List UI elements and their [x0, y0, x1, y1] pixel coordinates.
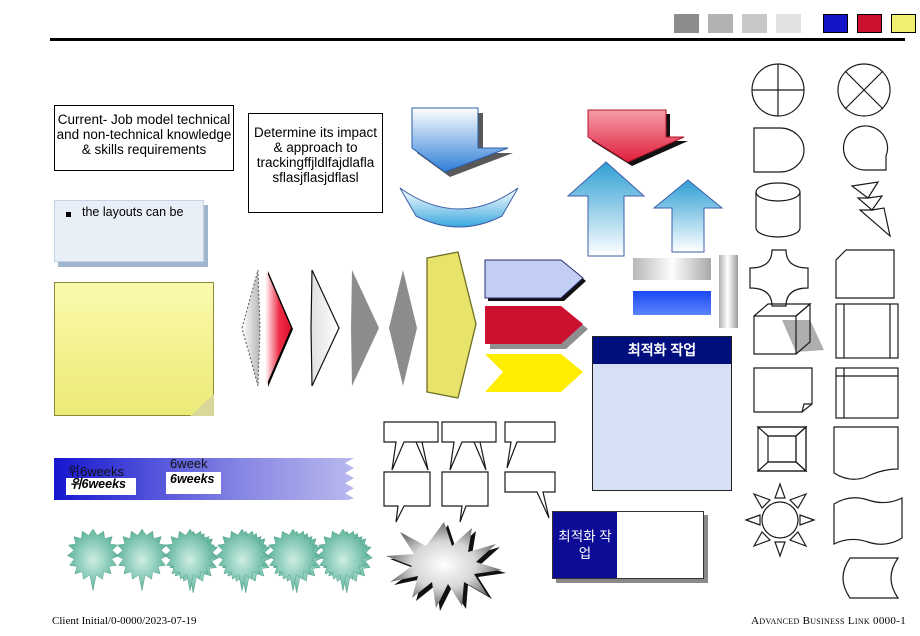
flag-wave-icon[interactable]	[832, 494, 904, 550]
d-shape-icon[interactable]	[750, 126, 806, 174]
chevron-yellow[interactable]	[483, 352, 587, 396]
sun-burst-icon[interactable]	[744, 482, 816, 558]
explosion-starburst[interactable]	[384, 518, 506, 611]
swatch-gray-mid[interactable]	[708, 14, 733, 33]
framed-rectangle-corner-icon[interactable]	[834, 366, 900, 420]
callout-box-1[interactable]	[382, 420, 440, 472]
textbox-current-job-model[interactable]: Current- Job model technical and non-tec…	[54, 105, 234, 171]
korean-panel-title: 최적화 작업	[593, 337, 731, 364]
cylinder-icon[interactable]	[754, 182, 802, 238]
rounded-tab-shape-icon[interactable]	[834, 556, 900, 600]
pentagon-yellow-large[interactable]	[424, 250, 480, 400]
swatch-red[interactable]	[857, 14, 882, 33]
swatch-gray-light[interactable]	[742, 14, 767, 33]
banner-box-label-left: 위6weeks	[70, 477, 126, 491]
textbox-layouts-label: the layouts can be	[82, 205, 184, 219]
framed-rectangle-vertical-icon[interactable]	[834, 302, 900, 360]
starburst-white[interactable]	[163, 528, 220, 594]
swatch-yellow[interactable]	[891, 14, 916, 33]
curved-cross-icon[interactable]	[748, 248, 810, 308]
clipped-rectangle-icon[interactable]	[834, 248, 896, 300]
chevron-lightblue[interactable]	[483, 258, 587, 302]
bullet-square-icon	[66, 212, 71, 217]
starburst-yellow[interactable]	[115, 528, 169, 592]
diamond-red[interactable]	[262, 268, 294, 388]
footer-client-initial: Client Initial/0-0000/2023-07-19	[52, 615, 197, 627]
starburst-teal[interactable]	[66, 528, 120, 592]
chevron-red[interactable]	[483, 304, 588, 349]
up-arrow-blue-small[interactable]	[652, 178, 724, 256]
diamond-gray-1[interactable]	[348, 268, 382, 388]
callout-box-5[interactable]	[440, 470, 490, 524]
down-arrow-red[interactable]	[570, 107, 690, 167]
swatch-blue[interactable]	[823, 14, 848, 33]
starburst-blue[interactable]	[266, 528, 323, 594]
down-arrow-blue[interactable]	[400, 104, 520, 177]
footer-brand: Advanced Business Link 0000-1	[751, 615, 906, 627]
korean-panel-2[interactable]: 최적화 작업	[552, 511, 704, 579]
lightning-bolt-icon[interactable]	[838, 180, 894, 240]
gradient-bar-vertical-gray[interactable]	[719, 255, 738, 328]
diamond-gray-2[interactable]	[386, 268, 420, 388]
cube-3d-icon[interactable]	[752, 302, 824, 358]
color-swatch-row	[674, 14, 920, 34]
sticky-note-yellow[interactable]	[54, 282, 214, 416]
gradient-bar-gray[interactable]	[633, 258, 711, 280]
starburst-navy[interactable]	[215, 528, 272, 594]
q-shape-icon[interactable]	[836, 125, 896, 174]
starburst-red[interactable]	[316, 528, 373, 594]
folded-corner-rectangle-icon[interactable]	[752, 366, 814, 414]
textbox-layouts[interactable]: the layouts can be	[54, 200, 204, 262]
callout-box-6[interactable]	[503, 470, 557, 522]
diamond-white[interactable]	[308, 268, 342, 388]
korean-panel-optimization[interactable]: 최적화 작업	[592, 336, 732, 491]
gradient-bar-blue[interactable]	[633, 291, 711, 315]
textbox-determine-impact[interactable]: Determine its impact & approach to track…	[248, 113, 383, 213]
circle-quartered-icon[interactable]	[750, 62, 806, 118]
header-rule	[50, 38, 905, 41]
bevel-square-icon[interactable]	[756, 425, 808, 473]
korean-panel-2-title: 최적화 작업	[553, 512, 617, 578]
callout-box-4[interactable]	[382, 470, 432, 524]
wave-bottom-rectangle-icon[interactable]	[832, 425, 900, 481]
callout-box-2[interactable]	[440, 420, 498, 472]
swatch-gray-pale[interactable]	[776, 14, 801, 33]
curved-down-arrow-blue[interactable]	[398, 186, 520, 228]
circle-crossed-icon[interactable]	[836, 62, 892, 118]
up-arrow-blue[interactable]	[566, 160, 646, 260]
swatch-gray-dark[interactable]	[674, 14, 699, 33]
banner-box-label-right: 6weeks	[170, 472, 215, 486]
banner-label-right: 6week	[170, 456, 208, 471]
diamond-dotted[interactable]	[240, 268, 262, 388]
callout-box-3[interactable]	[503, 420, 557, 470]
